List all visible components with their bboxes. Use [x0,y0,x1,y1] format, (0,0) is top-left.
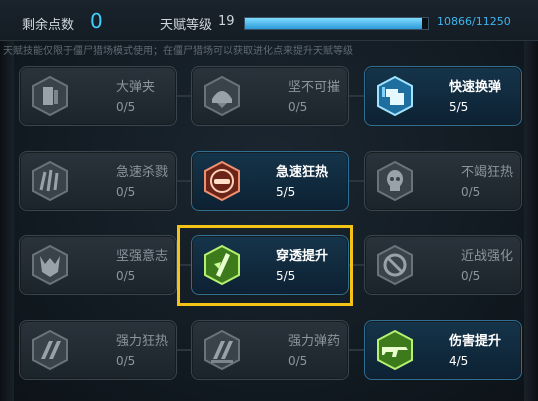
talent-card-melee-boost[interactable]: 近战强化 0/5 [364,235,522,295]
connector [347,95,365,97]
skull-icon [374,160,416,202]
power-ammo-icon [201,329,243,371]
talent-progress: 0/5 [116,185,136,199]
talent-name: 快速换弹 [449,80,502,95]
talent-name: 伤害提升 [449,334,502,349]
talent-panel: { "header": { "points_label": "剩余点数", "p… [0,0,538,401]
talent-card-power-frenzy[interactable]: 强力狂热 0/5 [19,320,177,380]
talent-progress: 5/5 [449,100,469,114]
fast-reload-icon [374,75,416,117]
status-header: 剩余点数 0 天赋等级 19 10866/11250 [0,0,538,41]
left-frame-edge [0,0,14,401]
bullet-frenzy-icon [201,160,243,202]
connector [347,180,365,182]
talent-name: 急速狂热 [276,165,329,180]
talent-name: 大弹夹 [116,80,156,95]
helmet-icon [201,75,243,117]
talent-name: 坚强意志 [116,249,169,264]
rifle-icon [374,329,416,371]
experience-bar [244,17,429,30]
magazine-icon [29,75,71,117]
talent-card-indestructible[interactable]: 坚不可摧 0/5 [191,66,349,126]
talent-progress: 0/5 [116,269,136,283]
talent-name: 急速杀戮 [116,165,169,180]
talent-card-strong-will[interactable]: 坚强意志 0/5 [19,235,177,295]
talent-card-power-ammo[interactable]: 强力弹药 0/5 [191,320,349,380]
talent-progress: 0/5 [116,354,136,368]
claw-icon [29,160,71,202]
talent-card-big-magazine[interactable]: 大弹夹 0/5 [19,66,177,126]
talent-name: 强力弹药 [288,334,341,349]
talent-level-value: 19 [218,14,235,29]
talent-card-damage-boost[interactable]: 伤害提升 4/5 [364,320,522,380]
experience-text: 10866/11250 [437,15,511,28]
talent-note: 天赋技能仅限于僵尸猎场模式使用；在僵尸猎场可以获取进化点来提升天赋等级 [3,46,353,57]
right-frame-edge [524,0,538,401]
talent-card-fast-reload[interactable]: 快速换弹 5/5 [364,66,522,126]
talent-progress: 0/5 [461,269,481,283]
talent-progress: 5/5 [276,185,296,199]
talent-level-label: 天赋等级 [160,18,213,33]
experience-bar-fill [245,18,422,29]
talent-progress: 0/5 [288,354,308,368]
talent-progress: 0/5 [461,185,481,199]
talent-name: 不竭狂热 [461,165,514,180]
talent-progress: 0/5 [116,100,136,114]
talent-progress: 0/5 [288,100,308,114]
connector [347,349,365,351]
talent-name: 强力狂热 [116,334,169,349]
selection-highlight [177,225,353,306]
talent-progress: 4/5 [449,354,469,368]
talent-card-rapid-kill[interactable]: 急速杀戮 0/5 [19,151,177,211]
talent-name: 近战强化 [461,249,514,264]
talent-card-rapid-frenzy[interactable]: 急速狂热 5/5 [191,151,349,211]
talent-name: 坚不可摧 [288,80,341,95]
remaining-points-label: 剩余点数 [22,18,75,33]
talent-card-endless-frenzy[interactable]: 不竭狂热 0/5 [364,151,522,211]
melee-icon [374,244,416,286]
remaining-points-value: 0 [90,9,103,33]
power-frenzy-icon [29,329,71,371]
wolf-icon [29,244,71,286]
